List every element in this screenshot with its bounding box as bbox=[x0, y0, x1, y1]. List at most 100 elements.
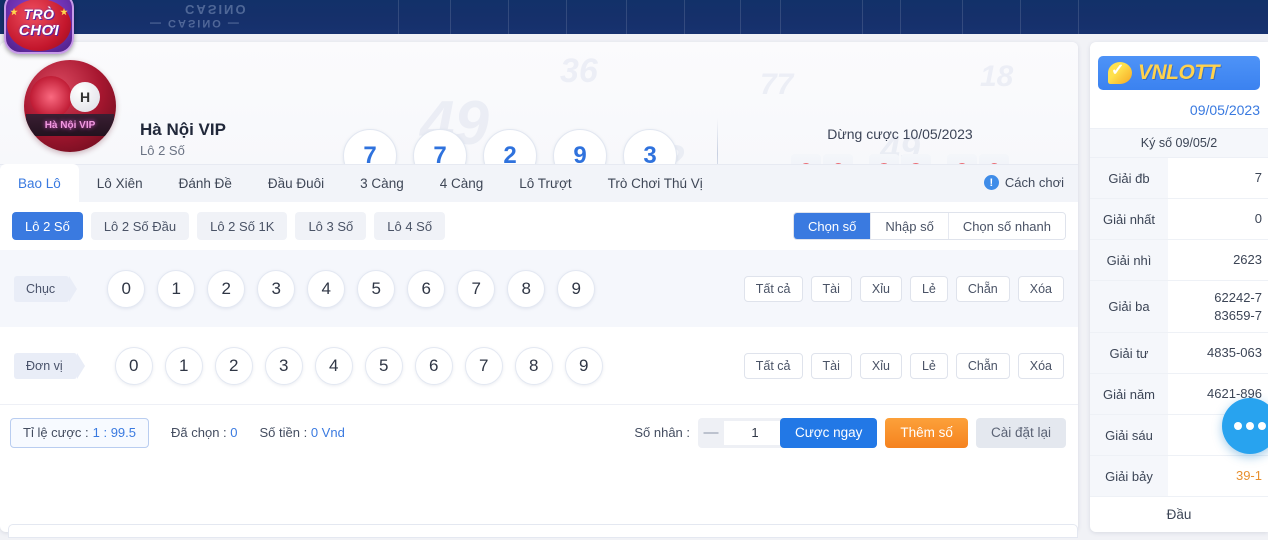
digit-button[interactable]: 9 bbox=[557, 269, 596, 308]
digit-group: 0 1 2 3 4 5 6 7 8 9 bbox=[114, 346, 603, 385]
tab-bao-lo[interactable]: Bao Lô bbox=[0, 164, 79, 202]
digit-button[interactable]: 1 bbox=[164, 346, 203, 385]
tab-lo-xien[interactable]: Lô Xiên bbox=[79, 164, 161, 202]
reset-button[interactable]: Cài đặt lại bbox=[975, 417, 1066, 448]
selected-label: Đã chọn : bbox=[171, 425, 227, 440]
digit-button[interactable]: 2 bbox=[214, 346, 253, 385]
mode-chon-so-nhanh[interactable]: Chọn số nhanh bbox=[947, 213, 1065, 239]
digit-button[interactable]: 6 bbox=[407, 269, 446, 308]
digit-button[interactable]: 7 bbox=[464, 346, 503, 385]
prize-value-line: 0 bbox=[1254, 211, 1262, 227]
info-icon: ! bbox=[983, 175, 999, 190]
prize-name: Giải đb bbox=[1090, 158, 1168, 198]
filter-tat-ca[interactable]: Tất cả bbox=[743, 275, 803, 302]
filter-le[interactable]: Lẻ bbox=[909, 352, 948, 379]
digit-button[interactable]: 8 bbox=[514, 346, 553, 385]
filter-xoa[interactable]: Xóa bbox=[1017, 352, 1064, 379]
chat-dot-icon bbox=[1234, 422, 1242, 430]
countdown-digit: 6 bbox=[979, 154, 1009, 164]
odds-badge[interactable]: Tỉ lệ cược : 1 : 99.5 bbox=[10, 417, 149, 448]
table-row: Giải nhì 2623 bbox=[1090, 240, 1268, 281]
check-badge-icon bbox=[1108, 60, 1132, 84]
action-buttons: Cược ngay Thêm số Cài đặt lại bbox=[780, 417, 1066, 448]
digit-button[interactable]: 0 bbox=[114, 346, 153, 385]
nav-divider bbox=[450, 0, 451, 34]
minus-icon[interactable]: — bbox=[698, 424, 724, 441]
digit-button[interactable]: 5 bbox=[364, 346, 403, 385]
mode-nhap-so[interactable]: Nhập số bbox=[870, 213, 948, 239]
filter-tai[interactable]: Tài bbox=[810, 275, 852, 302]
digit-button[interactable]: 3 bbox=[257, 269, 296, 308]
game-title: Hà Nội VIP bbox=[140, 120, 226, 139]
digit-button[interactable]: 5 bbox=[357, 269, 396, 308]
subtab-lo-2-so-dau[interactable]: Lô 2 Số Đầu bbox=[90, 212, 190, 240]
subtab-lo-2-so[interactable]: Lô 2 Số bbox=[12, 212, 83, 240]
tab-tro-choi-thu-vi[interactable]: Trò Chơi Thú Vị bbox=[590, 164, 721, 202]
tab-3-cang[interactable]: 3 Càng bbox=[342, 164, 422, 202]
prize-value-line: 4835-063 bbox=[1207, 345, 1262, 361]
filter-tat-ca[interactable]: Tất cả bbox=[743, 352, 803, 379]
table-row: Giải bảy 39-1 bbox=[1090, 456, 1268, 497]
digit-button[interactable]: 8 bbox=[507, 269, 546, 308]
table-row: Giải nhất 0 bbox=[1090, 199, 1268, 240]
digit-button[interactable]: 3 bbox=[264, 346, 303, 385]
mode-chon-so[interactable]: Chọn số bbox=[793, 213, 871, 239]
prize-value: 4835-063 bbox=[1168, 333, 1268, 373]
nav-divider bbox=[740, 0, 741, 34]
tab-dau-duoi[interactable]: Đầu Đuôi bbox=[250, 164, 342, 202]
chat-dot-icon bbox=[1258, 422, 1266, 430]
prize-name: Giải nhì bbox=[1090, 240, 1168, 280]
add-number-button[interactable]: Thêm số bbox=[885, 417, 968, 448]
lottery-results-panel: VNLOTT 09/05/2023 Ký số 09/05/2 Giải đb … bbox=[1090, 42, 1268, 532]
filter-chan[interactable]: Chẵn bbox=[955, 275, 1010, 302]
filter-xiu[interactable]: Xỉu bbox=[859, 275, 902, 302]
nav-divider bbox=[398, 0, 399, 34]
digit-button[interactable]: 4 bbox=[314, 346, 353, 385]
digit-button[interactable]: 2 bbox=[207, 269, 246, 308]
game-subtitle: Lô 2 Số bbox=[140, 143, 185, 158]
filter-xoa[interactable]: Xóa bbox=[1017, 275, 1064, 302]
digit-button[interactable]: 6 bbox=[414, 346, 453, 385]
nav-divider bbox=[962, 0, 963, 34]
place-bet-button[interactable]: Cược ngay bbox=[780, 417, 878, 448]
result-ball: 3 bbox=[623, 129, 677, 164]
digit-button[interactable]: 7 bbox=[457, 269, 496, 308]
countdown-label: Dừng cược 10/05/2023 bbox=[827, 126, 973, 142]
dau-section-header: Đầu bbox=[1090, 497, 1268, 532]
prize-name: Giải bảy bbox=[1090, 456, 1168, 496]
subtab-lo-3-so[interactable]: Lô 3 Số bbox=[295, 212, 367, 240]
filter-chan[interactable]: Chẵn bbox=[955, 352, 1010, 379]
prize-name: Giải ba bbox=[1090, 281, 1168, 332]
multiplier-input[interactable] bbox=[724, 420, 786, 445]
amount-label: Số tiền : bbox=[259, 425, 308, 440]
tro-choi-badge[interactable]: TRÒ CHƠI bbox=[4, 0, 74, 54]
digit-button[interactable]: 9 bbox=[564, 346, 603, 385]
filter-le[interactable]: Lẻ bbox=[909, 275, 948, 302]
countdown-digit: 6 bbox=[823, 154, 853, 164]
tab-4-cang[interactable]: 4 Càng bbox=[422, 164, 502, 202]
filter-xiu[interactable]: Xỉu bbox=[859, 352, 902, 379]
bet-action-bar: Tỉ lệ cược : 1 : 99.5 Đã chọn : 0 Số tiề… bbox=[0, 404, 1078, 460]
game-logo: H Hà Nội VIP bbox=[24, 60, 116, 152]
prize-name: Giải nhất bbox=[1090, 199, 1168, 239]
table-row: Giải ba 62242-7 83659-7 bbox=[1090, 281, 1268, 333]
lower-panel-edge bbox=[8, 524, 1078, 538]
digit-group: 0 1 2 3 4 5 6 7 8 9 bbox=[107, 269, 596, 308]
prize-value: 0 bbox=[1168, 199, 1268, 239]
subtab-lo-4-so[interactable]: Lô 4 Số bbox=[374, 212, 446, 240]
watermark: 36 bbox=[560, 52, 598, 90]
header-vertical-divider bbox=[717, 118, 718, 164]
digit-button[interactable]: 0 bbox=[107, 269, 146, 308]
how-to-play-link[interactable]: ! Cách chơi bbox=[983, 175, 1064, 190]
tab-danh-de[interactable]: Đánh Đề bbox=[161, 164, 250, 202]
nav-divider bbox=[508, 0, 509, 34]
subtab-lo-2-so-1k[interactable]: Lô 2 Số 1K bbox=[197, 212, 288, 240]
digit-button[interactable]: 4 bbox=[307, 269, 346, 308]
digit-button[interactable]: 1 bbox=[157, 269, 196, 308]
tab-lo-truot[interactable]: Lô Trượt bbox=[501, 164, 589, 202]
bet-type-tabs: Bao Lô Lô Xiên Đánh Đề Đầu Đuôi 3 Càng 4… bbox=[0, 164, 1078, 202]
prize-value: 39-1 bbox=[1168, 456, 1268, 496]
table-row: Giải tư 4835-063 bbox=[1090, 333, 1268, 374]
amount-value: 0 Vnd bbox=[310, 425, 345, 440]
filter-tai[interactable]: Tài bbox=[810, 352, 852, 379]
